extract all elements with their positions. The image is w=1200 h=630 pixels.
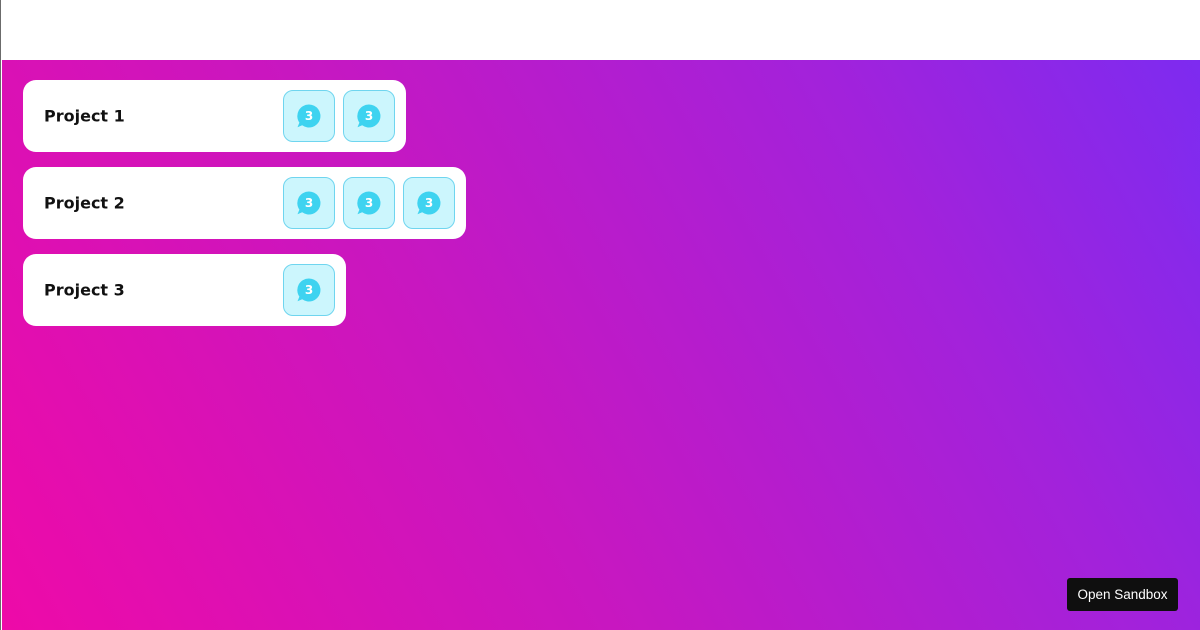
chat-badge-count: 3	[305, 283, 313, 297]
chat-tile[interactable]: 3	[343, 90, 395, 142]
chat-tile[interactable]: 3	[283, 264, 335, 316]
project-card: Project 3 3	[23, 254, 346, 326]
chat-badge-count: 3	[305, 196, 313, 210]
project-items: 3 3	[283, 90, 395, 142]
chat-tile[interactable]: 3	[343, 177, 395, 229]
project-title: Project 1	[44, 106, 125, 126]
chat-badge-count: 3	[425, 196, 433, 210]
chat-tile[interactable]: 3	[403, 177, 455, 229]
project-card: Project 2 3 3 3	[23, 167, 466, 239]
project-board: Project 1 3 3 Project 2 3 3 3 Project 3 …	[2, 60, 1200, 630]
top-bar	[2, 0, 1200, 60]
chat-bubble-icon: 3	[297, 278, 321, 302]
chat-bubble-icon: 3	[297, 191, 321, 215]
chat-tile[interactable]: 3	[283, 177, 335, 229]
project-title: Project 2	[44, 193, 125, 213]
chat-bubble-icon: 3	[357, 191, 381, 215]
chat-bubble-icon: 3	[297, 104, 321, 128]
project-items: 3	[283, 264, 335, 316]
chat-bubble-icon: 3	[417, 191, 441, 215]
chat-tile[interactable]: 3	[283, 90, 335, 142]
chat-bubble-icon: 3	[357, 104, 381, 128]
open-sandbox-button[interactable]: Open Sandbox	[1067, 578, 1178, 611]
chat-badge-count: 3	[365, 196, 373, 210]
chat-badge-count: 3	[365, 109, 373, 123]
app-frame: Project 1 3 3 Project 2 3 3 3 Project 3 …	[0, 0, 1200, 630]
project-items: 3 3 3	[283, 177, 455, 229]
project-card: Project 1 3 3	[23, 80, 406, 152]
chat-badge-count: 3	[305, 109, 313, 123]
project-title: Project 3	[44, 280, 125, 300]
